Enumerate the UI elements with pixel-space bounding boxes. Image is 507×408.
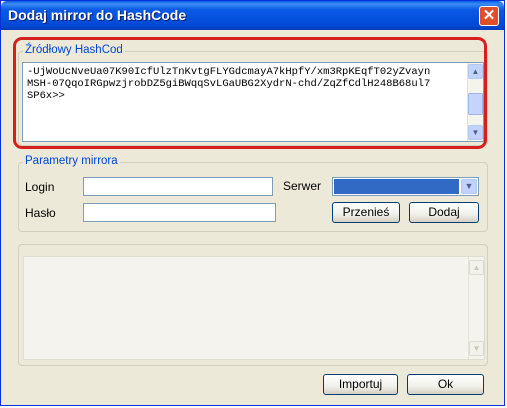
login-input[interactable] bbox=[83, 177, 273, 196]
dialog-window: Dodaj mirror do HashCode ✕ Źródłowy Hash… bbox=[0, 0, 505, 406]
mirror-params-legend: Parametry mirrora bbox=[23, 155, 120, 167]
server-selected-value bbox=[334, 179, 459, 194]
window-title: Dodaj mirror do HashCode bbox=[8, 7, 187, 23]
password-label: Hasło bbox=[25, 206, 56, 220]
import-button[interactable]: Importuj bbox=[323, 374, 398, 395]
scroll-down-icon: ▼ bbox=[469, 341, 484, 356]
add-button[interactable]: Dodaj bbox=[409, 202, 479, 223]
output-scrollbar: ▲ ▼ bbox=[468, 257, 484, 359]
server-label: Serwer bbox=[283, 179, 322, 193]
login-label: Login bbox=[25, 180, 55, 194]
close-icon: ✕ bbox=[482, 7, 496, 24]
password-input[interactable] bbox=[83, 203, 276, 222]
output-textarea[interactable]: ▲ ▼ bbox=[23, 256, 485, 360]
ok-button[interactable]: Ok bbox=[407, 374, 484, 395]
title-bar[interactable]: Dodaj mirror do HashCode ✕ bbox=[1, 1, 504, 30]
server-select[interactable]: ▼ bbox=[332, 177, 479, 196]
chevron-down-icon[interactable]: ▼ bbox=[461, 179, 477, 194]
close-button[interactable]: ✕ bbox=[479, 6, 499, 26]
scroll-up-icon: ▲ bbox=[469, 260, 484, 275]
red-highlight-frame bbox=[13, 37, 487, 149]
move-button[interactable]: Przenieś bbox=[332, 202, 400, 223]
